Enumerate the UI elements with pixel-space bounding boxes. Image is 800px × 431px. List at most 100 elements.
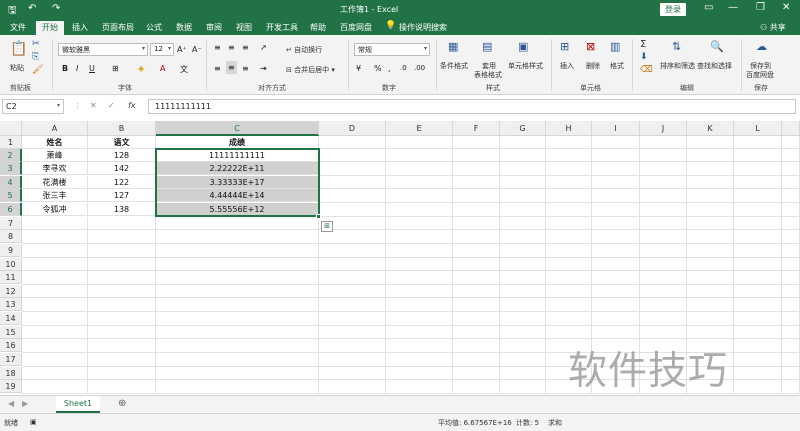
empty-cell[interactable] [640, 162, 687, 176]
empty-cell[interactable] [687, 244, 734, 258]
empty-cell[interactable] [782, 367, 800, 380]
conditional-format-button[interactable]: 条件格式 [440, 61, 468, 71]
empty-cell[interactable] [734, 312, 782, 326]
empty-cell[interactable] [88, 326, 156, 339]
empty-cell[interactable] [782, 339, 800, 353]
empty-cell[interactable] [734, 298, 782, 312]
empty-cell[interactable] [319, 244, 386, 258]
row-header[interactable]: 11 [0, 271, 22, 284]
paste-icon[interactable]: 📋 [10, 41, 27, 57]
empty-cell[interactable] [319, 339, 386, 353]
empty-cell[interactable] [156, 326, 319, 339]
empty-cell[interactable] [546, 189, 592, 203]
cell-B4[interactable]: 122 [88, 176, 156, 189]
empty-cell[interactable] [88, 367, 156, 380]
empty-cell[interactable] [592, 230, 640, 244]
empty-cell[interactable] [500, 176, 546, 189]
empty-cell[interactable] [386, 339, 453, 353]
empty-cell[interactable] [500, 244, 546, 258]
empty-cell[interactable] [500, 230, 546, 244]
tab-view[interactable]: 视图 [236, 22, 252, 33]
empty-cell[interactable] [592, 285, 640, 298]
empty-cell[interactable] [386, 258, 453, 271]
row-header[interactable]: 15 [0, 326, 22, 339]
empty-cell[interactable] [500, 285, 546, 298]
empty-cell[interactable] [734, 380, 782, 394]
tab-page-layout[interactable]: 页面布局 [102, 22, 134, 33]
empty-cell[interactable] [22, 230, 88, 244]
empty-cell[interactable] [592, 258, 640, 271]
quick-analysis-button[interactable]: ⊞ [321, 221, 333, 232]
empty-cell[interactable] [319, 298, 386, 312]
empty-cell[interactable] [734, 339, 782, 353]
empty-cell[interactable] [319, 380, 386, 394]
empty-cell[interactable] [453, 230, 500, 244]
tab-data[interactable]: 数据 [176, 22, 192, 33]
find-icon[interactable]: 🔍 [710, 40, 724, 53]
autosum-icon[interactable]: Σ [640, 39, 646, 50]
format-cells-icon[interactable]: ▥ [610, 40, 620, 53]
macro-record-icon[interactable]: ▣ [30, 418, 37, 426]
empty-cell[interactable] [500, 380, 546, 394]
cell-B3[interactable]: 142 [88, 162, 156, 175]
empty-cell[interactable] [22, 326, 88, 339]
wrap-text-button[interactable]: ↵ 自动换行 [286, 45, 322, 55]
row-header[interactable]: 12 [0, 285, 22, 298]
empty-cell[interactable] [156, 298, 319, 312]
format-cells-button[interactable]: 格式 [610, 61, 624, 71]
empty-cell[interactable] [319, 136, 386, 149]
insert-function-button[interactable]: fx [128, 101, 136, 110]
row-header[interactable]: 5 [0, 189, 22, 202]
empty-cell[interactable] [546, 176, 592, 189]
empty-cell[interactable] [319, 162, 386, 176]
sheet-tab-sheet1[interactable]: Sheet1 [56, 396, 100, 413]
font-size-select[interactable]: 12 ▾ [150, 43, 174, 56]
empty-cell[interactable] [687, 176, 734, 189]
empty-cell[interactable] [319, 285, 386, 298]
empty-cell[interactable] [453, 298, 500, 312]
underline-button[interactable]: U [89, 64, 95, 73]
empty-cell[interactable] [592, 176, 640, 189]
empty-cell[interactable] [319, 312, 386, 326]
empty-cell[interactable] [782, 244, 800, 258]
tab-home[interactable]: 开始 [36, 21, 64, 35]
align-top-icon[interactable]: ≡ [214, 43, 221, 52]
empty-cell[interactable] [386, 271, 453, 285]
cell-A6[interactable]: 令狐冲 [22, 203, 88, 216]
insert-cells-icon[interactable]: ⊞ [560, 40, 569, 53]
empty-cell[interactable] [319, 367, 386, 380]
empty-cell[interactable] [319, 230, 386, 244]
empty-cell[interactable] [640, 285, 687, 298]
copy-icon[interactable]: ⎘ [32, 52, 39, 62]
empty-cell[interactable] [156, 367, 319, 380]
empty-cell[interactable] [734, 189, 782, 203]
empty-cell[interactable] [687, 217, 734, 230]
merge-center-button[interactable]: ⊟ 合并后居中 ▾ [286, 65, 335, 75]
scroll-right-icon[interactable]: ▶ [22, 399, 28, 408]
empty-cell[interactable] [782, 230, 800, 244]
empty-cell[interactable] [88, 312, 156, 326]
empty-cell[interactable] [386, 298, 453, 312]
empty-cell[interactable] [640, 326, 687, 339]
minimize-icon[interactable]: — [728, 2, 738, 13]
row-header[interactable]: 17 [0, 353, 22, 366]
empty-cell[interactable] [453, 285, 500, 298]
column-header[interactable]: I [592, 121, 640, 136]
cell-B6[interactable]: 138 [88, 203, 156, 216]
empty-cell[interactable] [386, 285, 453, 298]
empty-cell[interactable] [546, 244, 592, 258]
sort-filter-icon[interactable]: ⇅ [672, 40, 681, 53]
empty-cell[interactable] [687, 298, 734, 312]
empty-cell[interactable] [500, 136, 546, 149]
row-header[interactable]: 2 [0, 149, 22, 162]
comma-button[interactable]: , [388, 64, 391, 73]
empty-cell[interactable] [88, 339, 156, 353]
ribbon-display-icon[interactable]: ▭ [704, 2, 713, 13]
align-right-icon[interactable]: ≡ [242, 64, 249, 73]
tab-formulas[interactable]: 公式 [146, 22, 162, 33]
empty-cell[interactable] [592, 149, 640, 162]
restore-icon[interactable]: ❐ [756, 2, 765, 13]
empty-cell[interactable] [592, 162, 640, 176]
empty-cell[interactable] [386, 230, 453, 244]
fill-icon[interactable]: ⬇ [640, 52, 648, 62]
